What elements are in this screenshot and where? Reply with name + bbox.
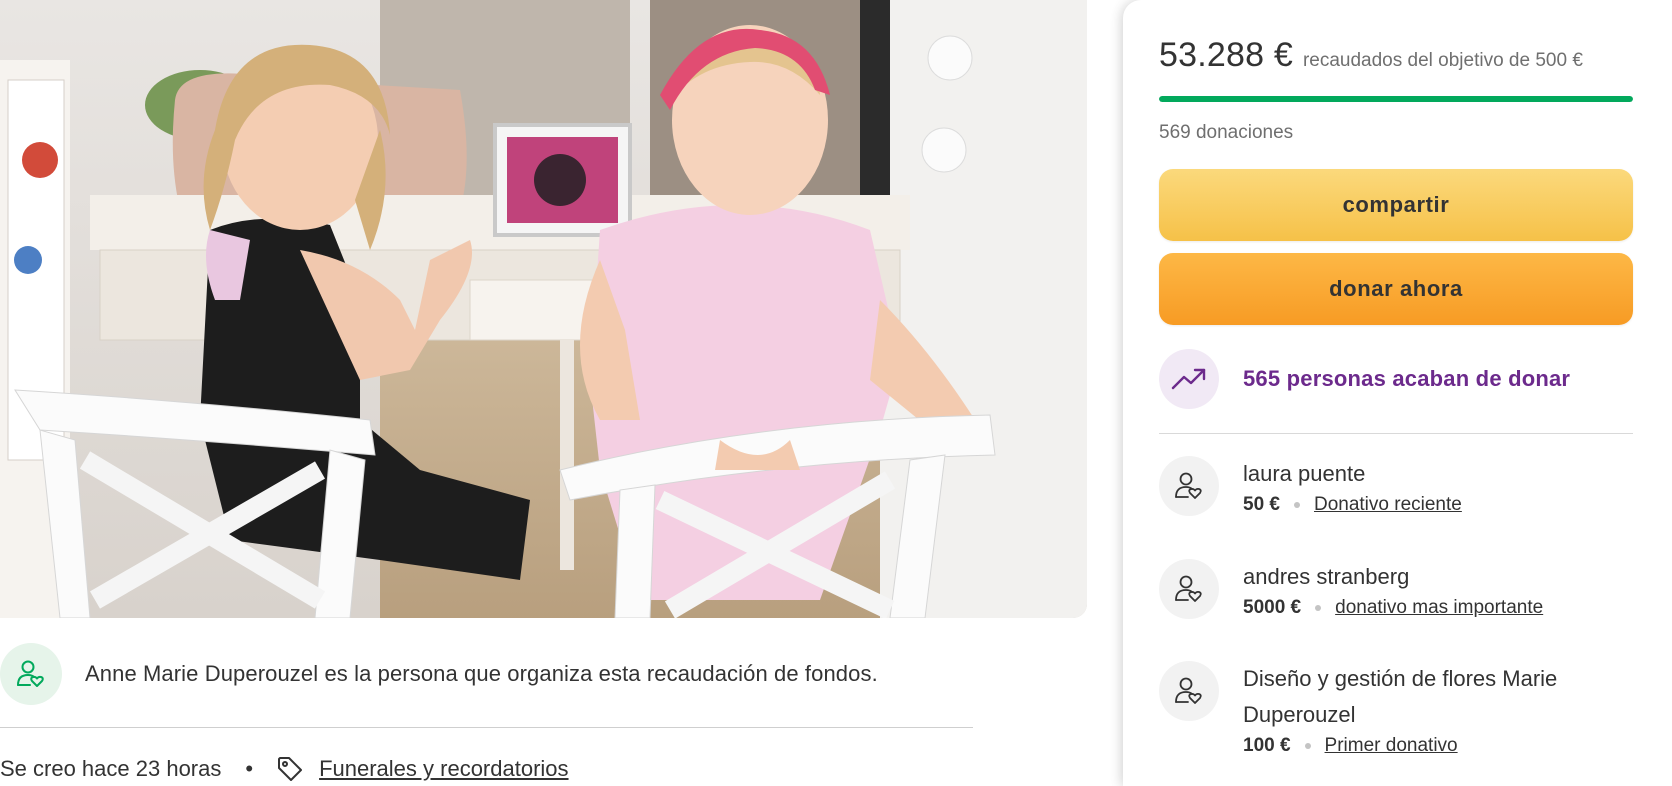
donor-tag-link[interactable]: Primer donativo — [1325, 735, 1458, 757]
recent-activity: 565 personas acaban de donar — [1159, 349, 1570, 409]
donor-tag-link[interactable]: donativo mas importante — [1335, 597, 1543, 619]
raised-summary: 53.288 € recaudados del objetivo de 500 … — [1159, 36, 1583, 75]
donation-sidebar: 53.288 € recaudados del objetivo de 500 … — [1123, 0, 1672, 786]
dot-separator — [1315, 605, 1322, 611]
recent-activity-text[interactable]: 565 personas acaban de donar — [1243, 366, 1570, 392]
trend-badge — [1159, 349, 1219, 409]
dot-separator — [1304, 743, 1311, 749]
campaign-photo-illustration — [0, 0, 1087, 618]
person-heart-icon — [1175, 677, 1202, 704]
donor-details: 50 € Donativo reciente — [1243, 494, 1462, 516]
donor-avatar — [1159, 456, 1219, 516]
divider — [1159, 433, 1633, 434]
donor-item: Diseño y gestión de flores Marie Duperou… — [1159, 661, 1633, 757]
donor-amount: 100 € — [1243, 735, 1291, 756]
tag-icon — [278, 757, 303, 781]
category-link[interactable]: Funerales y recordatorios — [319, 756, 568, 782]
donations-count: 569 donaciones — [1159, 122, 1294, 143]
donor-avatar — [1159, 559, 1219, 619]
progress-bar — [1159, 96, 1633, 102]
donor-item: andres stranberg 5000 € donativo mas imp… — [1159, 559, 1633, 619]
organizer-avatar — [0, 643, 62, 705]
share-button[interactable]: compartir — [1159, 169, 1633, 241]
goal-text: recaudados del objetivo de 500 € — [1302, 50, 1583, 71]
meta-separator: • — [245, 756, 254, 781]
donor-name: Diseño y gestión de flores Marie Duperou… — [1243, 666, 1558, 727]
campaign-meta: Se creo hace 23 horas • Funerales y reco… — [0, 752, 569, 786]
divider — [0, 727, 973, 728]
donate-now-button[interactable]: donar ahora — [1159, 253, 1633, 325]
person-heart-icon — [17, 660, 44, 687]
campaign-photo — [0, 0, 1087, 618]
created-time: Se creo hace 23 horas — [0, 756, 222, 781]
progress-fill — [1159, 96, 1633, 102]
person-heart-icon — [1175, 575, 1202, 602]
donor-details: 100 € Primer donativo — [1243, 735, 1613, 757]
dot-separator — [1293, 502, 1300, 508]
donor-amount: 50 € — [1243, 494, 1280, 515]
person-heart-icon — [1175, 472, 1202, 499]
donor-tag-link[interactable]: Donativo reciente — [1314, 494, 1462, 516]
donor-name: andres stranberg — [1243, 564, 1410, 589]
donor-info: laura puente 50 € Donativo reciente — [1243, 456, 1462, 516]
donor-amount: 5000 € — [1243, 597, 1302, 618]
donor-avatar — [1159, 661, 1219, 721]
donor-details: 5000 € donativo mas importante — [1243, 597, 1543, 619]
donor-info: andres stranberg 5000 € donativo mas imp… — [1243, 559, 1543, 619]
organizer-row: Anne Marie Duperouzel es la persona que … — [0, 643, 973, 705]
trending-up-icon — [1171, 368, 1206, 390]
donor-item: laura puente 50 € Donativo reciente — [1159, 456, 1633, 516]
raised-amount: 53.288 € — [1159, 36, 1293, 74]
donor-info: Diseño y gestión de flores Marie Duperou… — [1243, 661, 1613, 757]
organizer-text: Anne Marie Duperouzel es la persona que … — [85, 661, 878, 686]
donor-name: laura puente — [1243, 461, 1366, 486]
